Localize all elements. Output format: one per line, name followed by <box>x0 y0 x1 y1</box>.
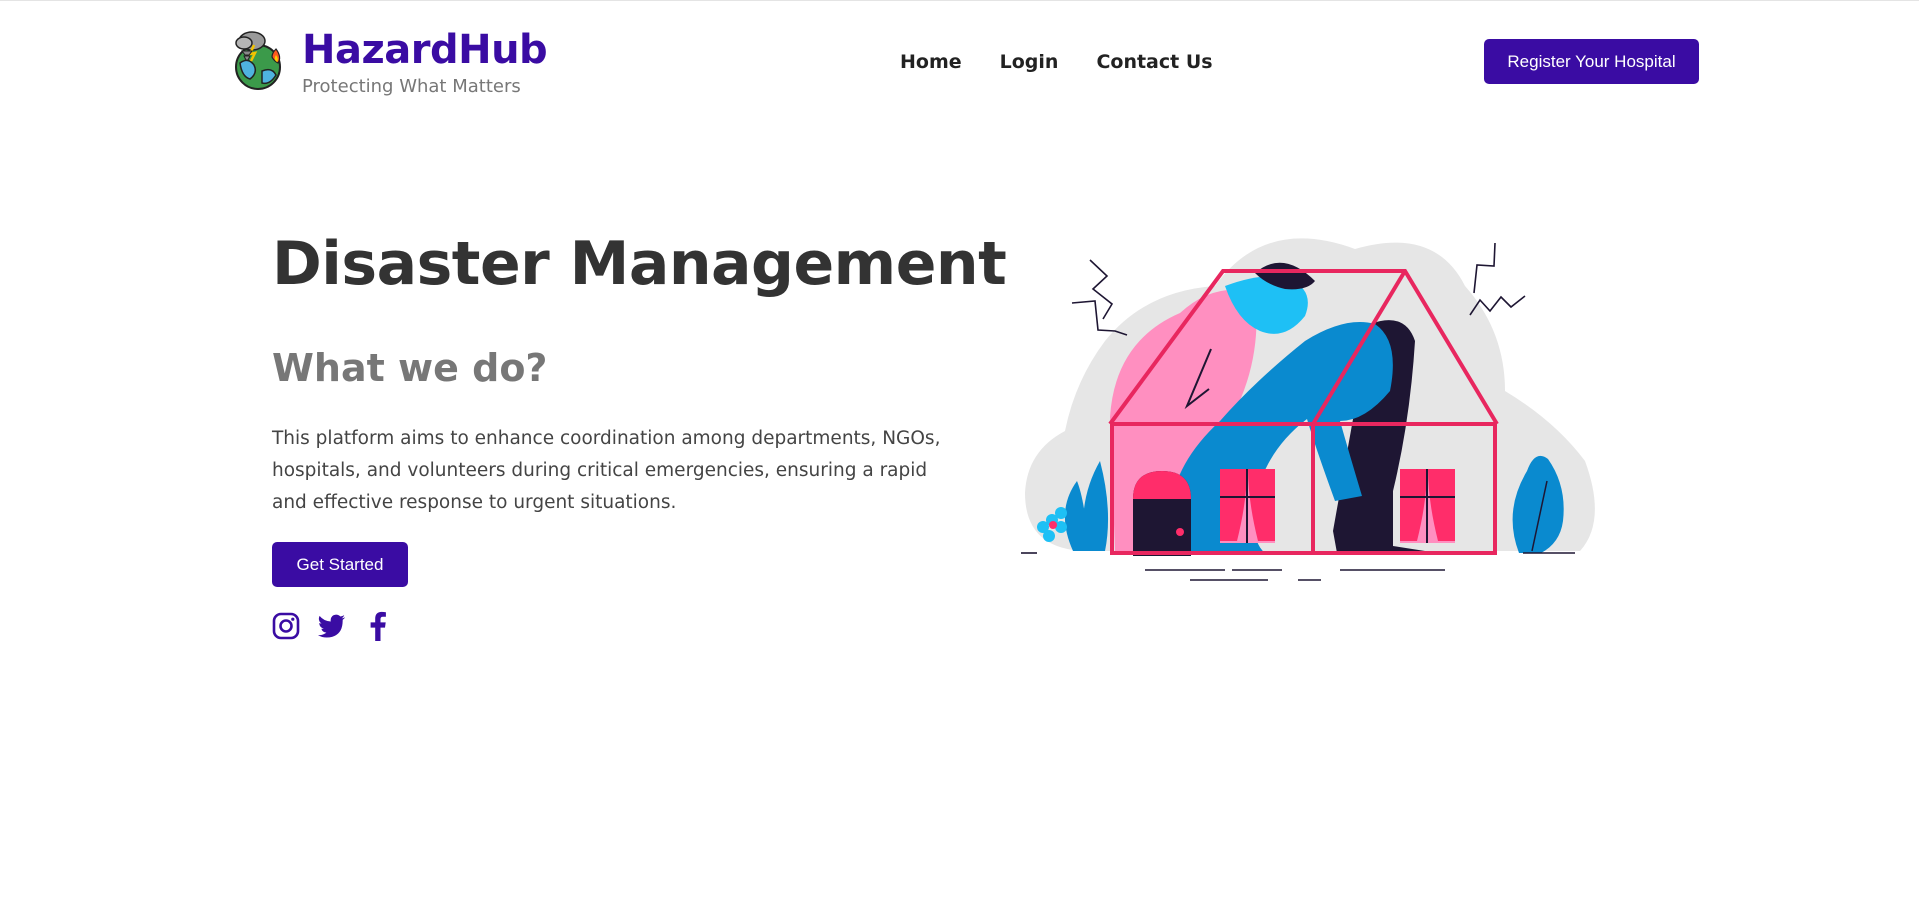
nav-contact-link[interactable]: Contact Us <box>1096 51 1212 73</box>
brand[interactable]: HazardHub Protecting What Matters <box>228 27 548 97</box>
get-started-button[interactable]: Get Started <box>272 542 408 587</box>
hero-subtitle: What we do? <box>272 346 548 390</box>
brand-title: HazardHub <box>302 27 548 73</box>
hazard-globe-icon <box>228 27 288 91</box>
person-in-house-illustration <box>1015 231 1605 591</box>
nav-home-link[interactable]: Home <box>900 51 962 73</box>
facebook-icon[interactable] <box>364 611 392 641</box>
page: HazardHub Protecting What Matters Home L… <box>0 0 1919 905</box>
hero-description: This platform aims to enhance coordinati… <box>272 428 941 513</box>
brand-text: HazardHub Protecting What Matters <box>302 27 548 97</box>
nav-login-link[interactable]: Login <box>1000 51 1059 73</box>
instagram-icon[interactable] <box>272 611 300 641</box>
social-links <box>272 611 392 641</box>
twitter-icon[interactable] <box>318 611 346 641</box>
register-hospital-button[interactable]: Register Your Hospital <box>1484 39 1699 84</box>
hero-title: Disaster Management <box>272 229 1007 299</box>
main-nav: Home Login Contact Us <box>900 51 1213 73</box>
brand-tagline: Protecting What Matters <box>302 76 521 97</box>
